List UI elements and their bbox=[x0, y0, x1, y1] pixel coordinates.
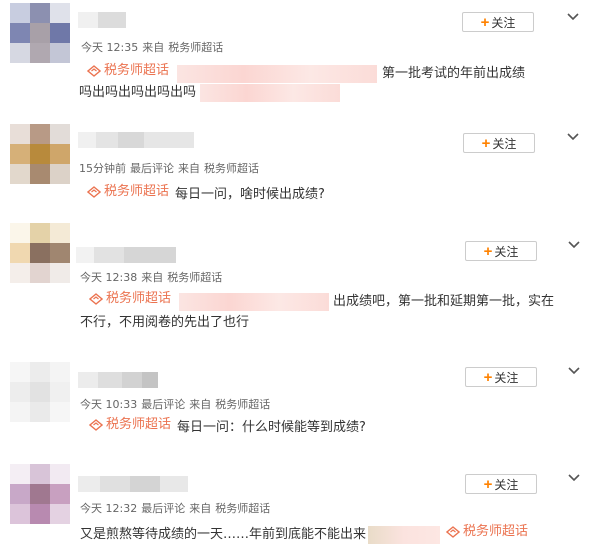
follow-button[interactable]: + 关注 bbox=[465, 241, 537, 261]
topic-link[interactable]: 税务师超话 bbox=[87, 182, 169, 202]
post-status: 最后评论 bbox=[141, 398, 186, 411]
topic-diamond-icon bbox=[87, 186, 101, 198]
post-text: 税务师超话 出成绩吧，第一批和延期第一批，实在 bbox=[89, 289, 554, 312]
post-text-line-1: 第一批考试的年前出成绩 bbox=[382, 66, 526, 81]
follow-label: 关注 bbox=[492, 136, 517, 151]
topic-label: 税务师超话 bbox=[106, 291, 172, 306]
plus-icon: + bbox=[480, 13, 490, 31]
username[interactable] bbox=[78, 476, 188, 492]
post-text-continued: 不行，不用阅卷的先出了也行 bbox=[80, 313, 249, 333]
username[interactable] bbox=[78, 12, 126, 28]
topic-label: 税务师超话 bbox=[104, 184, 170, 199]
source-prefix: 来自 bbox=[189, 502, 212, 515]
topic-diamond-icon bbox=[87, 65, 101, 77]
post-meta: 今天 12:38 来自 税务师超话 bbox=[80, 271, 226, 285]
follow-label: 关注 bbox=[491, 15, 516, 30]
chevron-down-icon[interactable] bbox=[565, 11, 581, 23]
source-prefix: 来自 bbox=[141, 271, 164, 284]
redacted-text bbox=[200, 83, 341, 102]
post-3: + 关注 今天 12:38 来自 税务师超话 税务师超话 出成绩吧，第一批和延期第一批… bbox=[0, 215, 600, 340]
chevron-down-icon[interactable] bbox=[566, 365, 582, 377]
post-meta: 15分钟前 最后评论 来自 税务师超话 bbox=[79, 162, 263, 176]
topic-label: 税务师超话 bbox=[463, 524, 529, 539]
redacted-mention bbox=[177, 64, 378, 83]
post-1: + 关注 今天 12:35 来自 税务师超话 税务师超话 第一批考试的年前出成绩 吗出… bbox=[0, 0, 600, 115]
username[interactable] bbox=[78, 372, 158, 388]
post-text: 税务师超话 每日一问，啥时候出成绩? bbox=[87, 182, 325, 205]
post-time[interactable]: 今天 12:35 bbox=[81, 41, 138, 54]
post-time[interactable]: 今天 10:33 bbox=[80, 398, 137, 411]
topic-link[interactable]: 税务师超话 bbox=[89, 289, 171, 309]
post-source[interactable]: 税务师超话 bbox=[215, 502, 270, 515]
post-5: + 关注 今天 12:32 最后评论 来自 税务师超话 又是煎熬等待成绩的一天……年前到… bbox=[0, 440, 600, 555]
avatar[interactable] bbox=[10, 124, 70, 184]
follow-button[interactable]: + 关注 bbox=[465, 474, 537, 494]
post-status: 最后评论 bbox=[130, 162, 174, 175]
post-2: + 关注 15分钟前 最后评论 来自 税务师超话 税务师超话 每日一问，啥时候出成绩? bbox=[0, 115, 600, 215]
post-text: 税务师超话 每日一问：什么时候能等到成绩? bbox=[89, 415, 366, 438]
post-text-line-1: 每日一问：什么时候能等到成绩? bbox=[177, 420, 366, 435]
topic-label: 税务师超话 bbox=[106, 417, 172, 432]
plus-icon: + bbox=[483, 368, 493, 386]
post-text: 税务师超话 第一批考试的年前出成绩 bbox=[87, 61, 525, 84]
source-prefix: 来自 bbox=[189, 398, 212, 411]
chevron-down-icon[interactable] bbox=[566, 239, 582, 251]
topic-label: 税务师超话 bbox=[104, 63, 170, 78]
post-source[interactable]: 税务师超话 bbox=[167, 271, 222, 284]
topic-link[interactable]: 税务师超话 bbox=[89, 415, 171, 435]
source-prefix: 来自 bbox=[142, 41, 165, 54]
chevron-down-icon[interactable] bbox=[566, 472, 582, 484]
post-4: + 关注 今天 10:33 最后评论 来自 税务师超话 税务师超话 每日一问：什么时候能… bbox=[0, 340, 600, 440]
redacted-text bbox=[368, 525, 441, 544]
post-text-continued: 吗出吗出吗出吗出吗 bbox=[79, 83, 341, 103]
follow-button[interactable]: + 关注 bbox=[462, 12, 534, 32]
username[interactable] bbox=[76, 247, 176, 263]
follow-button[interactable]: + 关注 bbox=[463, 133, 535, 153]
chevron-down-icon[interactable] bbox=[565, 131, 581, 143]
post-status: 最后评论 bbox=[141, 502, 186, 515]
post-meta: 今天 12:35 来自 税务师超话 bbox=[81, 41, 227, 55]
post-source[interactable]: 税务师超话 bbox=[215, 398, 270, 411]
redacted-mention bbox=[179, 292, 330, 311]
plus-icon: + bbox=[483, 242, 493, 260]
post-time[interactable]: 今天 12:32 bbox=[80, 502, 137, 515]
username[interactable] bbox=[78, 132, 194, 148]
post-text-line-2: 不行，不用阅卷的先出了也行 bbox=[80, 315, 250, 330]
post-text-line-1: 又是煎熬等待成绩的一天……年前到底能不能出来 bbox=[80, 527, 367, 542]
post-text-line-1: 每日一问，啥时候出成绩? bbox=[175, 187, 325, 202]
post-source[interactable]: 税务师超话 bbox=[168, 41, 223, 54]
post-source[interactable]: 税务师超话 bbox=[204, 162, 259, 175]
post-meta: 今天 10:33 最后评论 来自 税务师超话 bbox=[80, 398, 274, 412]
post-text-line-1: 出成绩吧，第一批和延期第一批，实在 bbox=[333, 294, 555, 309]
avatar[interactable] bbox=[10, 223, 70, 283]
post-text-line-2: 吗出吗出吗出吗出吗 bbox=[79, 85, 197, 100]
post-time[interactable]: 今天 12:38 bbox=[80, 271, 137, 284]
post-meta: 今天 12:32 最后评论 来自 税务师超话 bbox=[80, 502, 274, 516]
topic-diamond-icon bbox=[89, 293, 103, 305]
topic-diamond-icon bbox=[89, 419, 103, 431]
post-text: 又是煎熬等待成绩的一天……年前到底能不能出来 税务师超话 bbox=[80, 522, 528, 545]
topic-link[interactable]: 税务师超话 bbox=[87, 61, 169, 81]
topic-link[interactable]: 税务师超话 bbox=[446, 522, 528, 542]
avatar[interactable] bbox=[10, 362, 70, 422]
follow-label: 关注 bbox=[494, 370, 519, 385]
avatar[interactable] bbox=[10, 464, 70, 524]
post-time[interactable]: 15分钟前 bbox=[79, 162, 126, 175]
follow-label: 关注 bbox=[494, 477, 519, 492]
follow-button[interactable]: + 关注 bbox=[465, 367, 537, 387]
plus-icon: + bbox=[481, 134, 491, 152]
topic-diamond-icon bbox=[446, 526, 461, 538]
follow-label: 关注 bbox=[494, 244, 519, 259]
plus-icon: + bbox=[483, 475, 493, 493]
source-prefix: 来自 bbox=[178, 162, 200, 175]
avatar[interactable] bbox=[10, 3, 70, 63]
